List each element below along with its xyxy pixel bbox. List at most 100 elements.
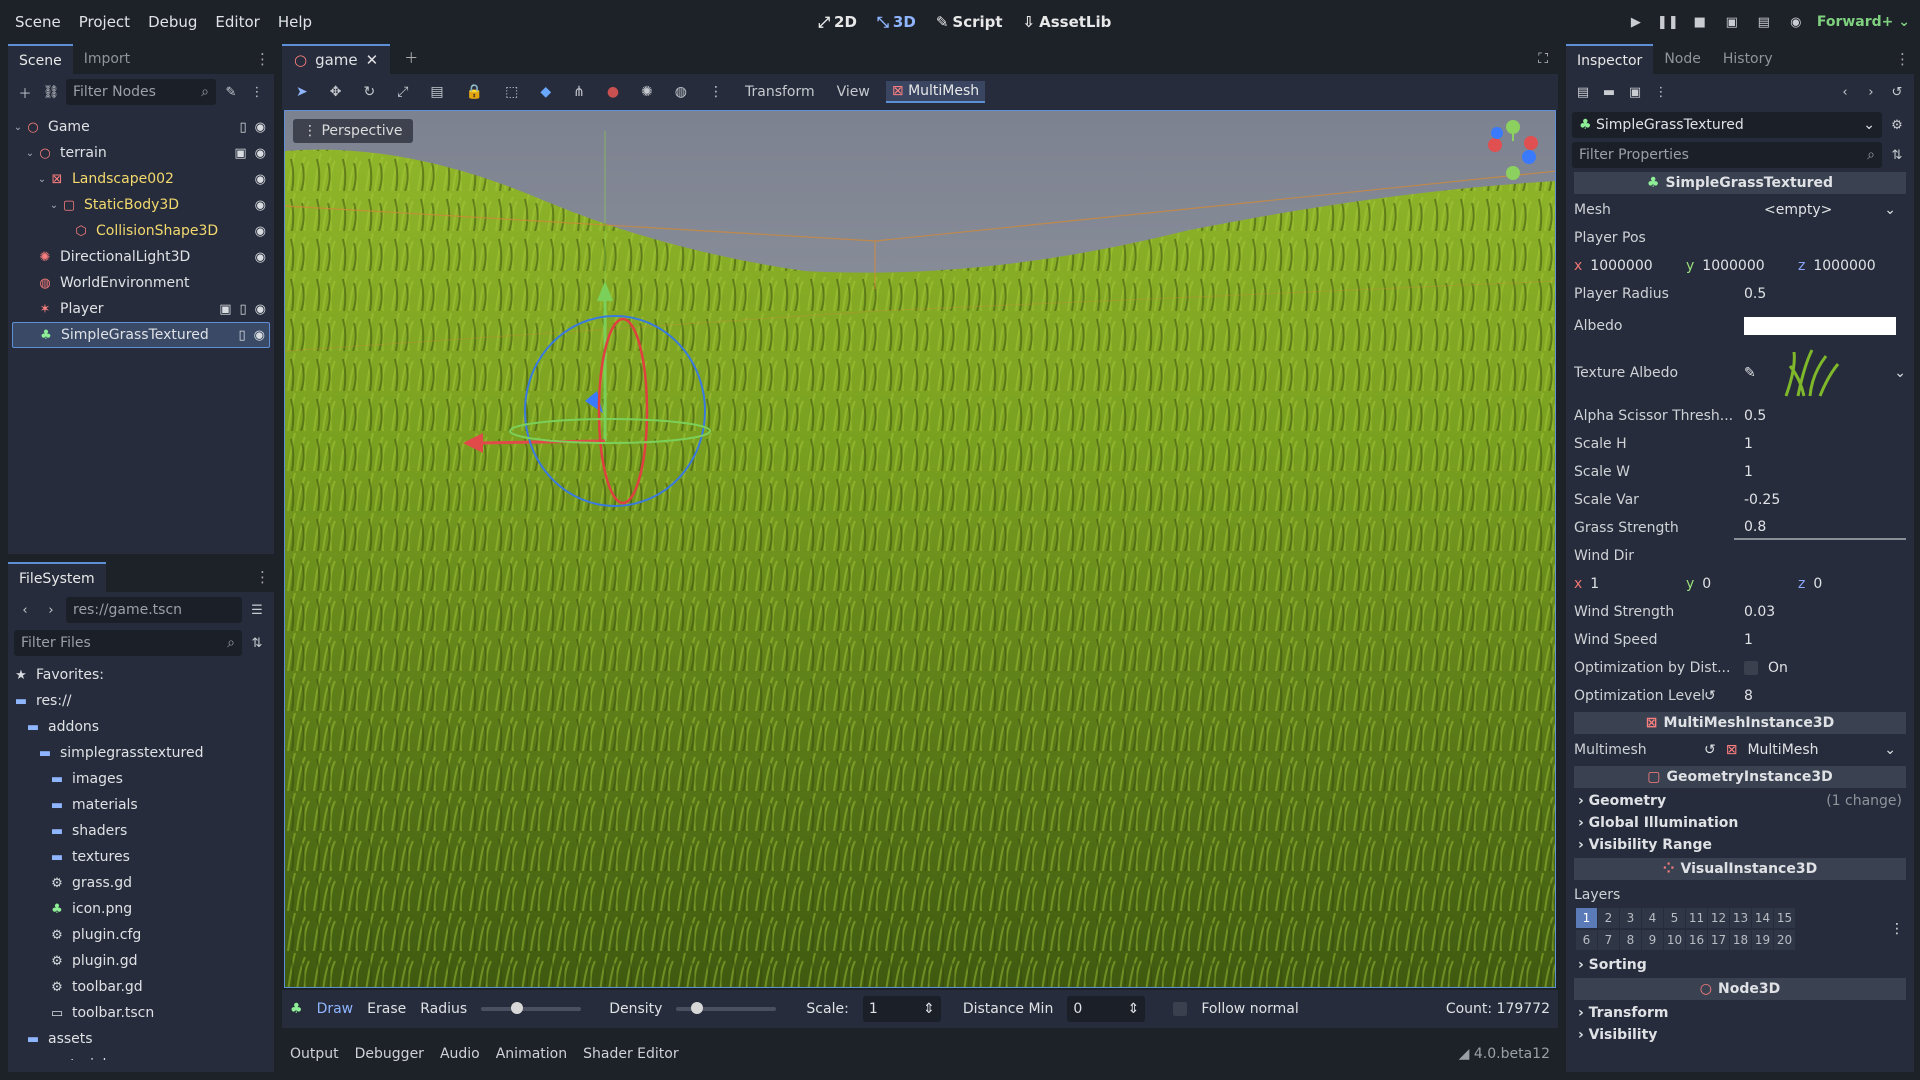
script-attach-icon[interactable]: ✎ [220,81,242,103]
player-pos-y[interactable]: y 1000000 [1686,258,1794,274]
workspace-assetlib[interactable]: ⇩ AssetLib [1015,9,1120,35]
revert-icon[interactable]: ↺ [1704,688,1734,704]
layer-toggle[interactable]: 16 [1686,930,1707,950]
erase-button[interactable]: Erase [367,1001,406,1017]
tab-debugger[interactable]: Debugger [355,1046,424,1062]
tab-history[interactable]: History [1712,44,1784,74]
view-menu[interactable]: View [831,82,876,102]
layer-toggle[interactable]: 5 [1664,908,1685,928]
kebab-menu-icon[interactable]: ⋮ [246,81,268,103]
clapper-icon[interactable]: ▣ [234,146,246,161]
movie-maker-icon[interactable]: ◉ [1785,11,1807,33]
menu-project[interactable]: Project [70,0,139,44]
tree-node-directionallight3d[interactable]: ✺ DirectionalLight3D ◉ [12,244,270,270]
link-icon[interactable]: ⛓ [40,81,62,103]
tab-inspector[interactable]: Inspector [1566,44,1654,74]
sun-icon[interactable]: ✺ [635,82,659,102]
file-item[interactable]: ▬ textures [12,844,270,870]
chevron-down-icon[interactable]: ⌄ [12,122,24,133]
filter-properties-input[interactable]: Filter Properties ⌕ [1572,142,1882,168]
stepper-icon[interactable]: ⇕ [923,1001,935,1017]
script-icon[interactable]: ▯ [240,120,247,135]
tab-import[interactable]: Import [73,44,141,74]
mesh-value[interactable]: <empty> ⌄ [1734,198,1906,222]
layer-toggle[interactable]: 12 [1708,908,1729,928]
group-geometry[interactable]: › Geometry (1 change) [1566,790,1914,812]
scale-var-value[interactable]: -0.25 [1734,488,1906,512]
file-item[interactable]: ▬materials [12,1052,270,1060]
follow-normal-checkbox[interactable] [1173,1002,1188,1016]
player-radius-value[interactable]: 0.5 [1734,282,1906,306]
layer-toggle[interactable]: 7 [1598,930,1619,950]
draw-button[interactable]: Draw [317,1001,354,1017]
visibility-eye-icon[interactable]: ◉ [254,328,265,343]
wind-dir-x[interactable]: x1 [1574,576,1682,592]
move-tool-icon[interactable]: ✥ [324,82,348,102]
visibility-eye-icon[interactable]: ◉ [255,146,266,161]
tree-node-player[interactable]: ✶ Player ▣ ▯ ◉ [12,296,270,322]
optimization-checkbox[interactable] [1744,661,1758,675]
filter-files-input[interactable]: Filter Files ⌕ [14,630,242,656]
layer-toggle[interactable]: 17 [1708,930,1729,950]
pause-icon[interactable]: ❚❚ [1657,11,1679,33]
section-simplegrasstextured[interactable]: ♣ SimpleGrassTextured [1574,172,1906,194]
visibility-eye-icon[interactable]: ◉ [255,120,266,135]
kebab-menu-icon[interactable]: ⋮ [1890,921,1904,937]
file-item[interactable]: ⚙ plugin.gd [12,948,270,974]
multimesh-menu[interactable]: ⊠ MultiMesh [885,81,986,103]
play-custom-scene-icon[interactable]: ▤ [1753,11,1775,33]
chevron-down-icon[interactable]: ⌄ [24,148,36,159]
layer-toggle[interactable]: 11 [1686,908,1707,928]
kebab-menu-icon[interactable]: ⋮ [255,50,270,68]
file-item[interactable]: ▬materials [12,792,270,818]
density-slider-knob[interactable] [691,1002,704,1014]
script-icon[interactable]: ▯ [239,328,246,343]
chevron-down-icon[interactable]: ⌄ [1894,365,1906,381]
grass-texture-thumbnail[interactable] [1776,348,1846,398]
file-item[interactable]: ▬ shaders [12,818,270,844]
rotate-tool-icon[interactable]: ↻ [357,82,381,102]
tree-node-worldenvironment[interactable]: ◍ WorldEnvironment [12,270,270,296]
revert-icon[interactable]: ↺ [1704,742,1716,758]
group-global-illumination[interactable]: › Global Illumination [1566,812,1914,834]
file-item[interactable]: ▬ addons [12,714,270,740]
file-item[interactable]: ♣ icon.png [12,896,270,922]
close-icon[interactable]: ✕ [366,51,379,69]
section-multimeshinstance3d[interactable]: ⊠ MultiMeshInstance3D [1574,712,1906,734]
tree-node-landscape002[interactable]: ⌄ ⊠ Landscape002 ◉ [12,166,270,192]
edit-texture-icon[interactable]: ✎ [1744,365,1756,381]
tree-node-terrain[interactable]: ⌄ ○ terrain ▣ ◉ [12,140,270,166]
kebab-menu-icon[interactable]: ⋮ [703,82,729,102]
object-tools-icon[interactable]: ⚙ [1886,114,1908,136]
density-slider[interactable] [676,1002,777,1014]
stop-icon[interactable]: ■ [1689,11,1711,33]
filter-nodes-input[interactable]: Filter Nodes ⌕ [66,79,216,105]
play-icon[interactable]: ▶ [1625,11,1647,33]
clapper-icon[interactable]: ▣ [219,302,231,317]
tab-shader-editor[interactable]: Shader Editor [583,1046,678,1062]
tree-node-staticbody3d[interactable]: ⌄ ▢ StaticBody3D ◉ [12,192,270,218]
optimization-level-value[interactable]: 8 [1734,684,1906,708]
scale-tool-icon[interactable]: ⤢ [391,82,414,102]
tab-animation[interactable]: Animation [496,1046,567,1062]
visibility-eye-icon[interactable]: ◉ [255,198,266,213]
menu-debug[interactable]: Debug [139,0,206,44]
chevron-down-icon[interactable]: ⌄ [36,174,48,185]
tab-scene[interactable]: Scene [8,44,73,74]
new-resource-icon[interactable]: ▤ [1572,81,1594,103]
file-item[interactable]: ▬ res:// [12,688,270,714]
lock-icon[interactable]: 🔒 [460,82,489,102]
kebab-menu-icon[interactable]: ⋮ [1650,81,1672,103]
open-folder-icon[interactable]: ▬ [1598,81,1620,103]
tree-node-game[interactable]: ⌄ ○ Game ▯ ◉ [12,114,270,140]
layer-toggle[interactable]: 4 [1642,908,1663,928]
layer-toggle[interactable]: 20 [1774,930,1795,950]
group-icon[interactable]: ⬚ [499,82,524,102]
stepper-icon[interactable]: ⇕ [1128,1001,1140,1017]
visibility-eye-icon[interactable]: ◉ [255,172,266,187]
chevron-left-icon[interactable]: ‹ [14,599,36,621]
distance-min-spinbox[interactable]: 0 ⇕ [1067,996,1146,1022]
menu-help[interactable]: Help [269,0,321,44]
tab-game[interactable]: ○ game ✕ [282,44,391,74]
script-icon[interactable]: ▯ [240,302,247,317]
